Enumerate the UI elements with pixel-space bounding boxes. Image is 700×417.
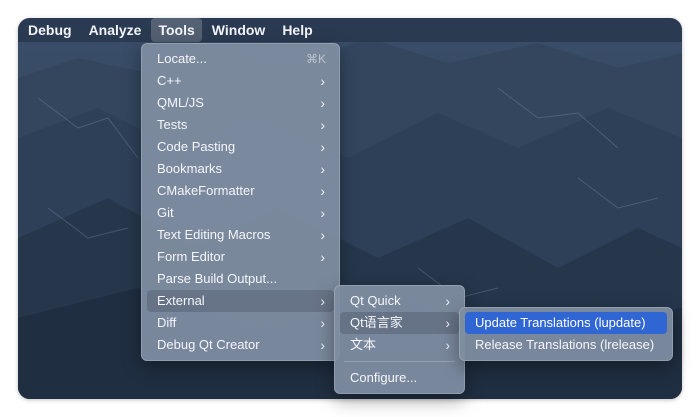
chevron-right-icon: › <box>320 249 325 265</box>
menu-item-text[interactable]: 文本 › <box>340 334 459 356</box>
menubar-analyze[interactable]: Analyze <box>82 18 149 42</box>
menubar-tools[interactable]: Tools <box>151 18 202 42</box>
menu-item-label: Qt语言家 <box>350 315 403 330</box>
menu-item-parse-build-output[interactable]: Parse Build Output... <box>147 268 334 290</box>
chevron-right-icon: › <box>320 95 325 111</box>
menu-item-label: Update Translations (lupdate) <box>475 315 646 330</box>
menu-item-form-editor[interactable]: Form Editor › <box>147 246 334 268</box>
menubar-debug[interactable]: Debug <box>21 18 79 42</box>
menu-item-label: Diff <box>157 315 177 330</box>
menu-item-label: Release Translations (lrelease) <box>475 337 655 352</box>
menu-separator <box>344 361 455 362</box>
menu-item-tests[interactable]: Tests › <box>147 114 334 136</box>
menu-item-label: Git <box>157 205 174 220</box>
menu-item-label: Configure... <box>350 370 418 385</box>
menu-item-code-pasting[interactable]: Code Pasting › <box>147 136 334 158</box>
chevron-right-icon: › <box>320 73 325 89</box>
menu-item-label: QML/JS <box>157 95 204 110</box>
chevron-right-icon: › <box>320 161 325 177</box>
menu-item-label: Form Editor <box>157 249 225 264</box>
chevron-right-icon: › <box>445 293 450 309</box>
menu-item-cmakeformatter[interactable]: CMakeFormatter › <box>147 180 334 202</box>
external-submenu: Qt Quick › Qt语言家 › 文本 › Configure... <box>334 285 465 394</box>
menu-item-label: Parse Build Output... <box>157 271 277 286</box>
menu-item-label: External <box>157 293 205 308</box>
chevron-right-icon: › <box>320 183 325 199</box>
linguist-submenu: Update Translations (lupdate) Release Tr… <box>459 307 673 361</box>
menu-item-locate[interactable]: Locate... ⌘K <box>147 48 334 70</box>
menu-item-qt-linguist[interactable]: Qt语言家 › <box>340 312 459 334</box>
chevron-right-icon: › <box>320 293 325 309</box>
menubar-window[interactable]: Window <box>205 18 273 42</box>
menu-item-label: 文本 <box>350 337 377 352</box>
menubar-help[interactable]: Help <box>275 18 319 42</box>
menu-item-label: C++ <box>157 73 182 88</box>
shortcut-text: ⌘K <box>305 52 326 66</box>
tools-menu: Locate... ⌘K C++ › QML/JS › Tests › Code… <box>141 43 340 361</box>
chevron-right-icon: › <box>320 205 325 221</box>
menu-item-bookmarks[interactable]: Bookmarks › <box>147 158 334 180</box>
menu-item-text-editing-macros[interactable]: Text Editing Macros › <box>147 224 334 246</box>
chevron-right-icon: › <box>445 315 450 331</box>
menu-item-update-translations[interactable]: Update Translations (lupdate) <box>465 312 667 334</box>
chevron-right-icon: › <box>320 337 325 353</box>
menu-item-diff[interactable]: Diff › <box>147 312 334 334</box>
menu-item-label: Qt Quick <box>350 293 401 308</box>
chevron-right-icon: › <box>320 227 325 243</box>
menu-item-configure[interactable]: Configure... <box>340 367 459 389</box>
chevron-right-icon: › <box>320 139 325 155</box>
menu-item-label: Text Editing Macros <box>157 227 271 242</box>
menu-bar: Debug Analyze Tools Window Help <box>18 18 682 42</box>
menu-item-label: Debug Qt Creator <box>157 337 260 352</box>
chevron-right-icon: › <box>320 117 325 133</box>
menu-item-git[interactable]: Git › <box>147 202 334 224</box>
menu-item-label: CMakeFormatter <box>157 183 255 198</box>
menu-item-label: Bookmarks <box>157 161 223 176</box>
chevron-right-icon: › <box>445 337 450 353</box>
chevron-right-icon: › <box>320 315 325 331</box>
menu-item-external[interactable]: External › <box>147 290 334 312</box>
menu-item-release-translations[interactable]: Release Translations (lrelease) <box>465 334 667 356</box>
menu-item-label: Locate... <box>157 51 207 66</box>
menu-item-label: Code Pasting <box>157 139 236 154</box>
menu-item-cpp[interactable]: C++ › <box>147 70 334 92</box>
menu-item-qml-js[interactable]: QML/JS › <box>147 92 334 114</box>
menu-item-debug-qt-creator[interactable]: Debug Qt Creator › <box>147 334 334 356</box>
menu-item-label: Tests <box>157 117 188 132</box>
menu-item-qt-quick[interactable]: Qt Quick › <box>340 290 459 312</box>
